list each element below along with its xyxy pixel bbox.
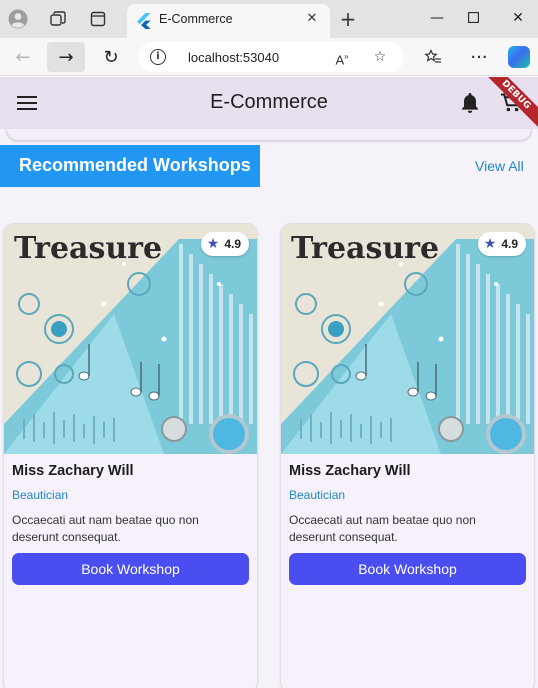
workshop-description: Occaecati aut nam beatae quo non deserun… (12, 513, 199, 544)
flutter-icon (137, 13, 151, 29)
view-all-link[interactable]: View All (475, 158, 524, 174)
instructor-role: Beautician (289, 488, 346, 502)
tab-e-commerce[interactable]: E-Commerce ✕ (127, 4, 330, 38)
section-title: Recommended Workshops (19, 155, 251, 175)
instructor-role: Beautician (12, 488, 69, 502)
close-icon[interactable]: ✕ (501, 6, 535, 30)
rating-badge: ★ 4.9 (477, 232, 526, 256)
refresh-icon[interactable]: ↻ (92, 42, 130, 72)
plus-icon[interactable]: + (336, 7, 360, 31)
workshop-card[interactable]: Treasure ★ 4.9 Miss Zachary Will Beautic… (3, 223, 258, 688)
image-title-text: Treasure (14, 231, 162, 266)
profile-icon[interactable] (5, 6, 31, 32)
app-bar: E-Commerce DEBUG (0, 77, 538, 136)
tab-actions-icon[interactable] (85, 6, 111, 32)
workspaces-icon[interactable] (45, 6, 71, 32)
maximize-icon[interactable] (456, 6, 490, 30)
rating-value: 4.9 (501, 237, 518, 251)
favorites-icon[interactable] (414, 42, 452, 72)
read-aloud-icon[interactable]: A» (332, 47, 352, 67)
page-title: E-Commerce (210, 91, 328, 113)
book-workshop-button[interactable]: Book Workshop (289, 553, 526, 585)
book-workshop-button[interactable]: Book Workshop (12, 553, 249, 585)
info-icon[interactable]: i (150, 49, 166, 65)
ellipsis-icon[interactable]: ··· (460, 42, 498, 72)
rating-badge: ★ 4.9 (200, 232, 249, 256)
forward-arrow-icon[interactable]: → (47, 42, 85, 72)
browser-toolbar: ← → ↻ i localhost:53040 A» ☆ ··· (0, 38, 538, 76)
workshop-image[interactable]: Treasure (281, 224, 535, 454)
star-icon: ★ (206, 236, 220, 252)
search-bar[interactable] (6, 129, 532, 141)
star-icon: ★ (483, 236, 497, 252)
section-header: Recommended Workshops (0, 145, 260, 187)
workshop-description: Occaecati aut nam beatae quo non deserun… (289, 513, 476, 544)
minimize-icon[interactable]: — (420, 6, 454, 30)
browser-tab-strip: E-Commerce ✕ + — ✕ (0, 0, 538, 38)
close-icon[interactable]: ✕ (302, 9, 322, 29)
copilot-icon[interactable] (508, 46, 530, 68)
workshop-card[interactable]: Treasure ★ 4.9 Miss Zachary Will Beautic… (280, 223, 535, 688)
star-icon[interactable]: ☆ (370, 47, 390, 67)
bell-icon[interactable] (460, 92, 480, 114)
app-viewport: E-Commerce DEBUG Recommended Workshops V… (0, 77, 538, 688)
instructor-name: Miss Zachary Will (12, 463, 134, 479)
rating-value: 4.9 (224, 237, 241, 251)
back-arrow-icon[interactable]: ← (4, 42, 42, 72)
tab-title: E-Commerce (159, 12, 233, 26)
url-text[interactable]: localhost:53040 (188, 50, 279, 65)
address-bar[interactable]: i localhost:53040 A» ☆ (138, 42, 404, 72)
image-title-text: Treasure (291, 231, 439, 266)
workshop-image[interactable]: Treasure (4, 224, 258, 454)
instructor-name: Miss Zachary Will (289, 463, 411, 479)
